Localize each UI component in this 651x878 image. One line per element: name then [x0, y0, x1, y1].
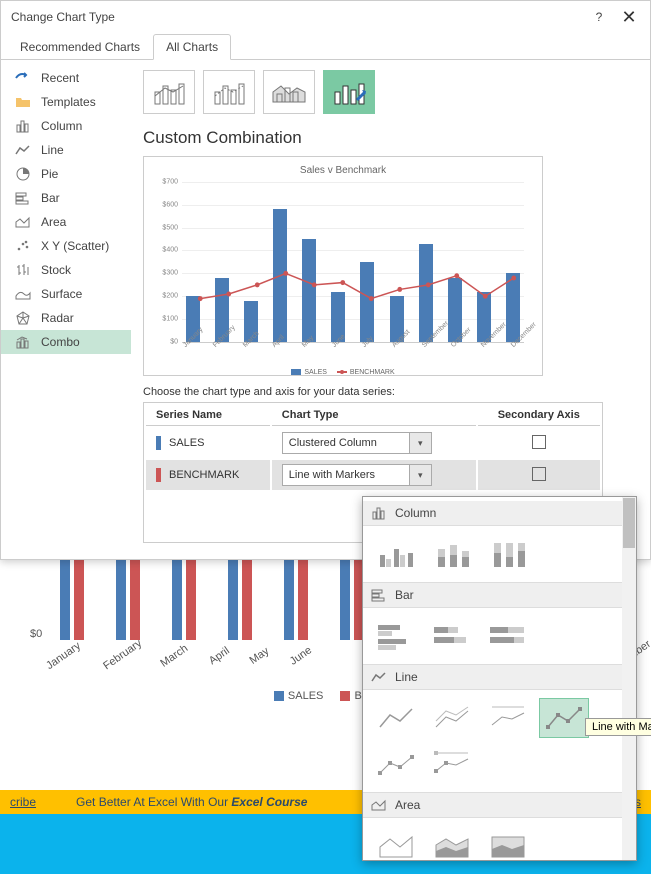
- popup-tooltip: Line with Ma: [585, 718, 651, 736]
- popup-line-markers-stacked100[interactable]: [427, 744, 477, 784]
- column-icon: [15, 118, 31, 134]
- popup-line[interactable]: [371, 698, 421, 738]
- change-chart-type-dialog: Change Chart Type ? ✕ Recommended Charts…: [0, 0, 651, 560]
- section-title: Custom Combination: [143, 128, 638, 148]
- y-axis: $0 $100 $200 $300 $400 $500 $600 $700: [154, 182, 178, 342]
- tab-all-charts[interactable]: All Charts: [153, 34, 231, 60]
- subtype-combo-3[interactable]: [263, 70, 315, 114]
- choose-series-label: Choose the chart type and axis for your …: [143, 386, 638, 398]
- line-icon: [371, 669, 387, 685]
- popup-line-with-markers[interactable]: [539, 698, 589, 738]
- sales-chart-type-dropdown[interactable]: Clustered Column ▾: [282, 432, 432, 454]
- pie-icon: [15, 166, 31, 182]
- sales-marker-icon: [156, 436, 161, 450]
- series-row-benchmark: BENCHMARK Line with Markers ▾: [146, 460, 600, 490]
- sidebar-item-scatter[interactable]: X Y (Scatter): [1, 234, 131, 258]
- popup-group-column[interactable]: Column: [363, 501, 622, 526]
- chart-category-sidebar: Recent Templates Column Line Pie Bar Are…: [1, 60, 131, 559]
- bar-icon: [371, 587, 387, 603]
- scatter-icon: [15, 238, 31, 254]
- th-chart-type: Chart Type: [272, 405, 476, 426]
- column-icon: [371, 505, 387, 521]
- subtype-combo-custom[interactable]: [323, 70, 375, 114]
- surface-icon: [15, 286, 31, 302]
- sales-secondary-axis-checkbox[interactable]: [532, 435, 546, 449]
- chart-type-popup: Column Bar Line A: [362, 496, 637, 861]
- sidebar-item-combo[interactable]: Combo: [1, 330, 131, 354]
- popup-group-line[interactable]: Line: [363, 664, 622, 690]
- popup-line-stacked100[interactable]: [483, 698, 533, 738]
- popup-group-bar[interactable]: Bar: [363, 582, 622, 608]
- th-secondary-axis: Secondary Axis: [478, 405, 600, 426]
- line-icon: [15, 142, 31, 158]
- close-button[interactable]: ✕: [614, 8, 644, 26]
- subscribe-link[interactable]: cribe: [10, 795, 36, 809]
- chart-plot-area: $0 $100 $200 $300 $400 $500 $600 $700: [182, 182, 524, 342]
- series-row-sales: SALES Clustered Column ▾: [146, 428, 600, 458]
- banner-text: Get Better At Excel With Our Excel Cours…: [76, 795, 307, 809]
- sidebar-item-bar[interactable]: Bar: [1, 186, 131, 210]
- sidebar-item-pie[interactable]: Pie: [1, 162, 131, 186]
- sidebar-item-radar[interactable]: Radar: [1, 306, 131, 330]
- subtype-combo-1[interactable]: [143, 70, 195, 114]
- folder-icon: [15, 94, 31, 110]
- popup-bar-stacked100[interactable]: [483, 616, 533, 656]
- area-icon: [15, 214, 31, 230]
- chart-legend: SALES BENCHMARK: [154, 369, 532, 376]
- stock-icon: [15, 262, 31, 278]
- popup-bar-stacked[interactable]: [427, 616, 477, 656]
- popup-area-stacked100[interactable]: [483, 826, 533, 866]
- sales-bars: [186, 182, 520, 342]
- sidebar-item-area[interactable]: Area: [1, 210, 131, 234]
- combo-icon: [15, 334, 31, 350]
- help-button[interactable]: ?: [584, 10, 614, 24]
- popup-column-clustered[interactable]: [371, 534, 421, 574]
- subtype-combo-2[interactable]: [203, 70, 255, 114]
- tabbar: Recommended Charts All Charts: [1, 33, 650, 60]
- chevron-down-icon: ▾: [409, 433, 431, 453]
- popup-column-stacked[interactable]: [427, 534, 477, 574]
- popup-scrollbar[interactable]: [622, 497, 636, 860]
- sidebar-item-column[interactable]: Column: [1, 114, 131, 138]
- bar-icon: [15, 190, 31, 206]
- bg-y-zero: $0: [30, 628, 42, 640]
- th-series-name: Series Name: [146, 405, 270, 426]
- popup-area-stacked[interactable]: [427, 826, 477, 866]
- benchmark-secondary-axis-checkbox[interactable]: [532, 467, 546, 481]
- scrollbar-thumb[interactable]: [623, 498, 635, 548]
- area-icon: [371, 797, 387, 813]
- titlebar: Change Chart Type ? ✕: [1, 1, 650, 33]
- sidebar-item-recent[interactable]: Recent: [1, 66, 131, 90]
- sidebar-item-stock[interactable]: Stock: [1, 258, 131, 282]
- radar-icon: [15, 310, 31, 326]
- sidebar-item-line[interactable]: Line: [1, 138, 131, 162]
- recent-icon: [15, 70, 31, 86]
- popup-group-area[interactable]: Area: [363, 792, 622, 818]
- main-panel: Custom Combination Sales v Benchmark $0 …: [131, 60, 650, 559]
- tab-recommended[interactable]: Recommended Charts: [7, 34, 153, 60]
- window-title: Change Chart Type: [11, 10, 584, 24]
- popup-column-stacked100[interactable]: [483, 534, 533, 574]
- popup-line-stacked[interactable]: [427, 698, 477, 738]
- sidebar-item-surface[interactable]: Surface: [1, 282, 131, 306]
- sidebar-item-templates[interactable]: Templates: [1, 90, 131, 114]
- chevron-down-icon: ▾: [409, 465, 431, 485]
- popup-line-markers-stacked[interactable]: [371, 744, 421, 784]
- benchmark-chart-type-dropdown[interactable]: Line with Markers ▾: [282, 464, 432, 486]
- x-axis-labels: JanuaryFebruaryMarchAprilMayJuneJulyAugu…: [182, 344, 524, 351]
- popup-area[interactable]: [371, 826, 421, 866]
- popup-bar-clustered[interactable]: [371, 616, 421, 656]
- combo-subtypes: [143, 70, 638, 114]
- chart-preview[interactable]: Sales v Benchmark $0 $100 $200 $300 $400…: [143, 156, 543, 376]
- benchmark-marker-icon: [156, 468, 161, 482]
- chart-title: Sales v Benchmark: [154, 165, 532, 176]
